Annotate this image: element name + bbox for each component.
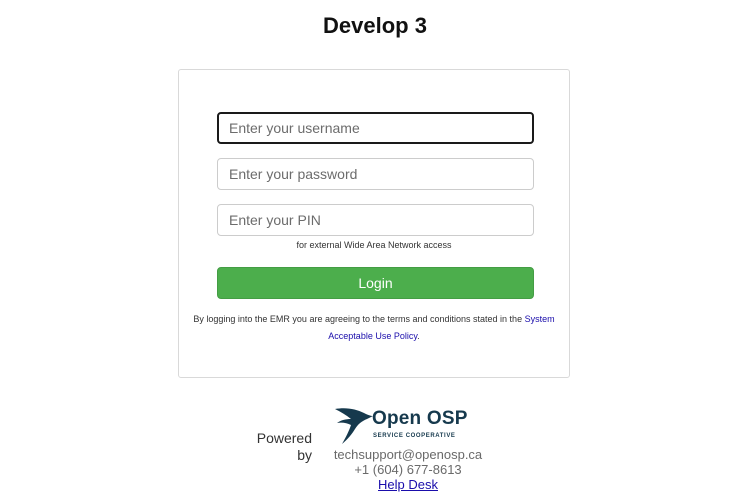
username-input[interactable]: [217, 112, 534, 144]
pin-input[interactable]: [217, 204, 534, 236]
terms-suffix: .: [417, 331, 420, 341]
login-card: for external Wide Area Network access Lo…: [178, 69, 570, 378]
swallow-bird-icon: [335, 408, 373, 444]
terms-text: By logging into the EMR you are agreeing…: [179, 311, 569, 345]
logo-subtitle: SERVICE COOPERATIVE: [373, 433, 456, 439]
pin-note: for external Wide Area Network access: [296, 240, 452, 250]
login-button[interactable]: Login: [217, 267, 534, 299]
help-desk-link[interactable]: Help Desk: [378, 477, 438, 492]
password-input[interactable]: [217, 158, 534, 190]
support-phone: +1 (604) 677-8613: [354, 462, 462, 477]
powered-by-label: Powered by: [246, 430, 312, 464]
login-page: Develop 3 for external Wide Area Network…: [0, 0, 750, 497]
logo-name: Open OSP: [372, 408, 468, 429]
support-email: techsupport@openosp.ca: [333, 447, 483, 462]
powered-line1: Powered: [256, 430, 312, 446]
openosp-logo: Open OSP SERVICE COOPERATIVE: [334, 406, 480, 446]
page-title: Develop 3: [323, 13, 427, 38]
contact-info: techsupport@openosp.ca +1 (604) 677-8613…: [330, 447, 486, 492]
terms-prefix: By logging into the EMR you are agreeing…: [193, 314, 523, 324]
powered-line2: by: [297, 447, 312, 463]
